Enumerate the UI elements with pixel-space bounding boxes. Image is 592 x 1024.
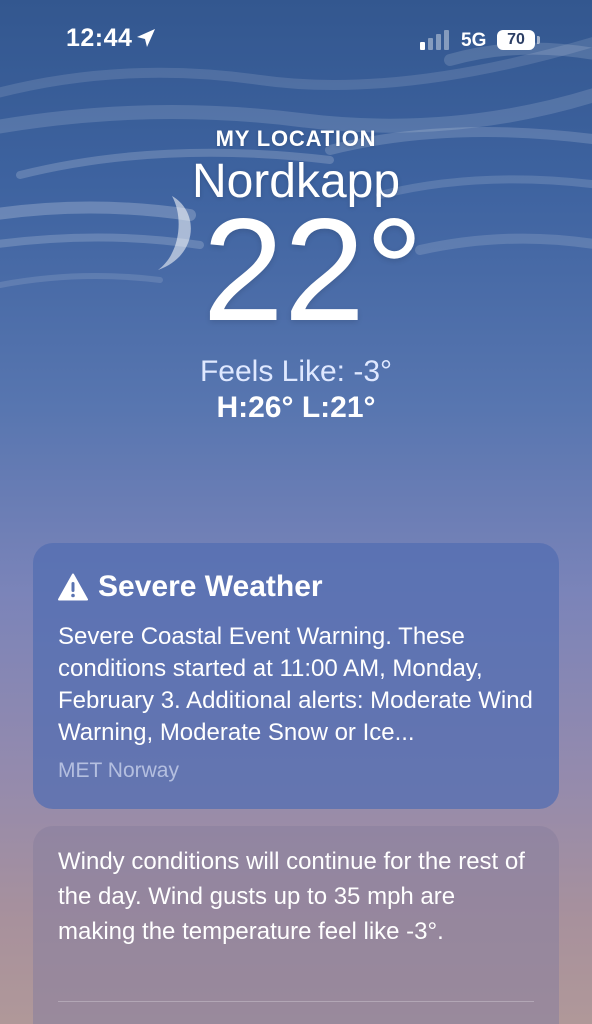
severe-weather-title: Severe Weather: [98, 570, 323, 603]
severe-weather-card[interactable]: Severe Weather Severe Coastal Event Warn…: [33, 543, 559, 809]
signal-icon: [420, 30, 449, 50]
card-divider: [58, 1001, 534, 1002]
severe-weather-header: Severe Weather: [58, 569, 323, 605]
network-type: 5G: [461, 30, 487, 51]
wind-summary-card: Windy conditions will continue for the r…: [33, 826, 559, 1024]
status-bar: 12:44 5G 70: [0, 0, 592, 80]
current-temperature: 22°: [202, 188, 424, 351]
wind-summary-text: Windy conditions will continue for the r…: [58, 848, 525, 945]
high-low: H:26° L:21°: [216, 391, 376, 424]
battery-level: 70: [497, 30, 535, 50]
alert-source: MET Norway: [58, 759, 179, 782]
location-subtitle: MY LOCATION: [215, 126, 377, 151]
status-time: 12:44: [66, 24, 133, 52]
feels-like: Feels Like: -3°: [199, 355, 393, 388]
warning-triangle-icon: [58, 573, 88, 601]
severe-weather-text: Severe Coastal Event Warning. These cond…: [58, 623, 533, 746]
battery-cap: [537, 36, 540, 44]
current-conditions: MY LOCATION Nordkapp 22° Feels Like: -3°…: [0, 126, 592, 425]
location-arrow-icon: [137, 29, 155, 47]
battery-icon: 70: [497, 30, 541, 50]
